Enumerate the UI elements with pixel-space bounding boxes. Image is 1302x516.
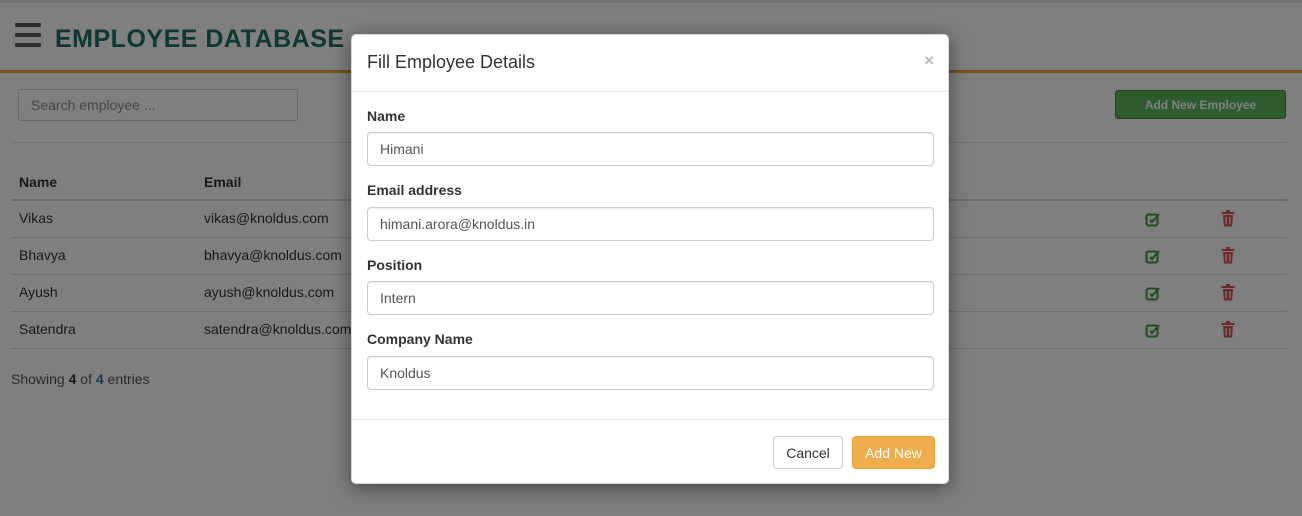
- modal-title: Fill Employee Details: [367, 52, 536, 72]
- email-label: Email address: [367, 182, 462, 198]
- company-field[interactable]: [367, 356, 934, 390]
- modal-footer-divider: [352, 419, 948, 420]
- add-new-button[interactable]: Add New: [852, 436, 935, 469]
- name-label: Name: [367, 108, 406, 124]
- email-field[interactable]: [367, 207, 934, 241]
- position-field[interactable]: [367, 281, 934, 315]
- cancel-button[interactable]: Cancel: [773, 436, 843, 469]
- employee-modal: Fill Employee Details × Name Email addre…: [351, 34, 949, 484]
- position-label: Position: [367, 257, 423, 273]
- name-field[interactable]: [367, 132, 934, 166]
- modal-header: Fill Employee Details ×: [352, 35, 948, 92]
- close-icon[interactable]: ×: [924, 51, 934, 71]
- company-label: Company Name: [367, 331, 473, 347]
